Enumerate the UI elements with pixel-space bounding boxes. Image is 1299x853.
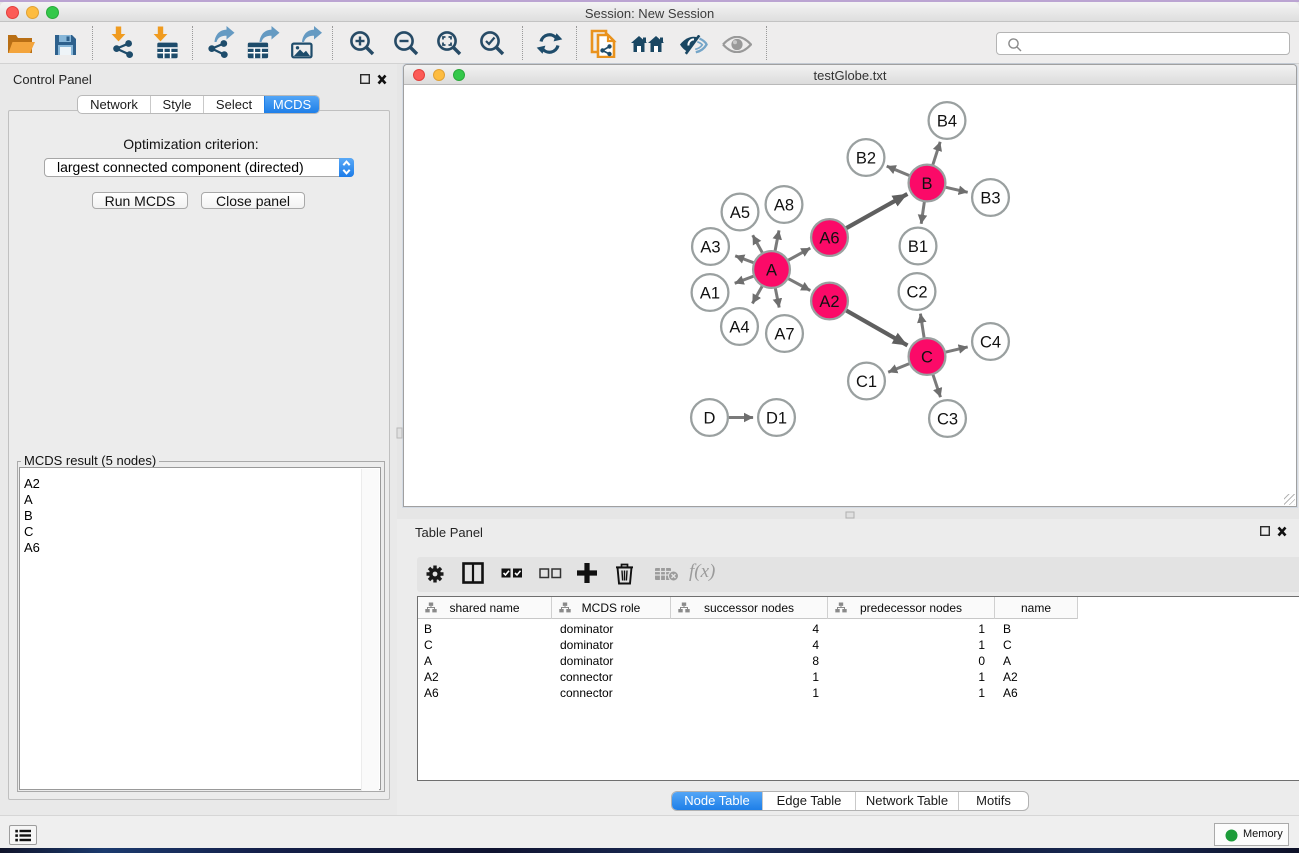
svg-text:C2: C2 [906,283,927,301]
svg-text:D1: D1 [766,409,787,427]
svg-text:A6: A6 [819,229,839,247]
svg-text:B: B [921,175,932,193]
svg-text:A1: A1 [700,284,720,302]
svg-text:A5: A5 [730,204,750,222]
svg-text:C3: C3 [937,410,958,428]
svg-text:B2: B2 [856,149,876,167]
svg-text:B4: B4 [937,112,957,130]
svg-text:A3: A3 [700,238,720,256]
svg-text:B3: B3 [980,189,1000,207]
svg-text:A4: A4 [729,318,749,336]
svg-text:B1: B1 [908,238,928,256]
svg-text:C1: C1 [856,373,877,391]
svg-text:C4: C4 [980,333,1001,351]
svg-text:A: A [766,261,777,279]
svg-text:D: D [704,409,716,427]
svg-text:A2: A2 [819,293,839,311]
svg-text:A8: A8 [774,196,794,214]
svg-text:A7: A7 [774,325,794,343]
svg-text:C: C [921,348,933,366]
